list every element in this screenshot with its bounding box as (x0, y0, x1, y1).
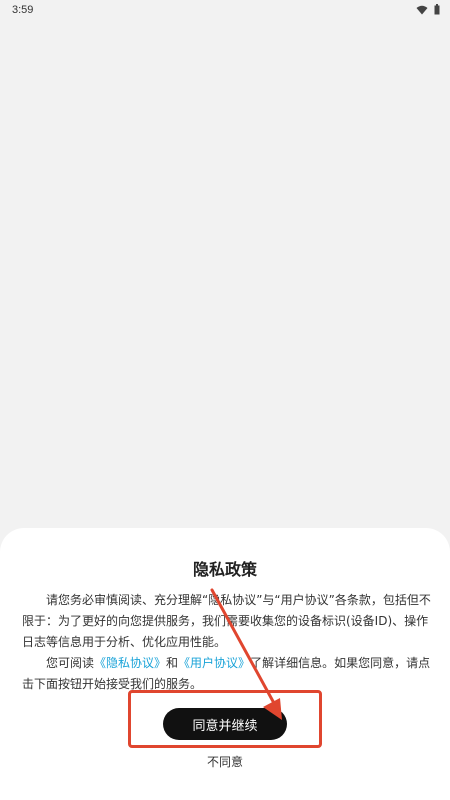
privacy-dialog: 隐私政策 请您务必审慎阅读、充分理解“隐私协议”与“用户协议”各条款，包括但不限… (0, 528, 450, 800)
status-time: 3:59 (12, 4, 34, 16)
dialog-paragraph-1: 请您务必审慎阅读、充分理解“隐私协议”与“用户协议”各条款，包括但不限于：为了更… (22, 593, 431, 649)
disagree-button[interactable]: 不同意 (0, 753, 450, 770)
dialog-paragraph-2: 您可阅读《隐私协议》和《用户协议》了解详细信息。如果您同意，请点击下面按钮开始接… (22, 653, 432, 695)
annotation-highlight-box (128, 690, 322, 748)
wifi-icon (416, 5, 428, 15)
paragraph-2-prefix: 您可阅读 (46, 656, 95, 670)
status-bar: 3:59 (0, 0, 450, 22)
privacy-agreement-link[interactable]: 《隐私协议》 (94, 656, 166, 670)
dialog-body: 请您务必审慎阅读、充分理解“隐私协议”与“用户协议”各条款，包括但不限于：为了更… (22, 590, 432, 695)
dialog-title: 隐私政策 (192, 560, 257, 579)
battery-icon (434, 4, 440, 15)
status-icons (416, 4, 440, 15)
paragraph-2-and: 和 (166, 656, 179, 670)
user-agreement-link[interactable]: 《用户协议》 (178, 656, 250, 670)
